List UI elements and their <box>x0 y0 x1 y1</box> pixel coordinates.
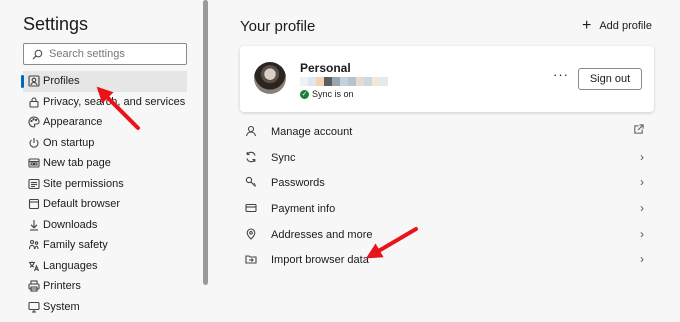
addresses-row[interactable]: Addresses and more › <box>240 222 654 248</box>
sidebar-item-label: Profiles <box>43 75 80 88</box>
default-browser-icon <box>27 197 41 211</box>
sidebar-scrollbar[interactable] <box>203 0 208 285</box>
page-title: Your profile <box>240 18 316 35</box>
more-options-button[interactable]: ··· <box>551 68 571 88</box>
search-input[interactable] <box>49 48 169 60</box>
external-link-icon <box>633 124 644 138</box>
site-permissions-icon <box>27 177 41 191</box>
new-tab-icon <box>27 156 41 170</box>
family-icon <box>27 238 41 252</box>
sidebar-item-system[interactable]: System <box>23 297 187 318</box>
sidebar-item-label: Appearance <box>43 116 103 129</box>
chevron-right-icon: › <box>640 201 644 216</box>
row-label: Sync <box>271 151 296 164</box>
system-icon <box>27 300 41 314</box>
import-icon <box>245 253 259 267</box>
chevron-right-icon: › <box>640 175 644 190</box>
lock-icon <box>27 95 41 109</box>
sidebar-item-privacy[interactable]: Privacy, search, and services <box>23 92 187 113</box>
sidebar-item-label: Default browser <box>43 198 121 211</box>
import-browser-data-row[interactable]: Import browser data › <box>240 247 654 273</box>
settings-nav: Profiles Privacy, search, and services A… <box>21 71 187 318</box>
power-icon <box>27 136 41 150</box>
search-box[interactable] <box>23 43 187 65</box>
add-profile-label: Add profile <box>599 20 652 32</box>
sidebar-item-label: Site permissions <box>43 177 124 190</box>
sidebar-item-appearance[interactable]: Appearance <box>23 112 187 133</box>
blurred-email <box>300 77 388 86</box>
row-label: Import browser data <box>271 254 369 267</box>
profile-name: Personal <box>300 61 351 75</box>
payment-info-row[interactable]: Payment info › <box>240 196 654 222</box>
check-circle-icon: ✓ <box>300 89 309 99</box>
sign-out-button[interactable]: Sign out <box>578 68 642 90</box>
palette-icon <box>27 115 41 129</box>
sidebar-item-new-tab-page[interactable]: New tab page <box>23 153 187 174</box>
sidebar-title: Settings <box>23 14 89 34</box>
settings-sidebar: Settings Profiles Privacy, search, and s… <box>0 0 200 322</box>
person-icon <box>245 125 259 139</box>
chevron-right-icon: › <box>640 226 644 241</box>
chevron-right-icon: › <box>640 149 644 164</box>
row-label: Manage account <box>271 125 353 138</box>
download-icon <box>27 218 41 232</box>
plus-icon: + <box>582 17 592 34</box>
key-icon <box>245 176 259 190</box>
chevron-right-icon: › <box>640 252 644 267</box>
row-label: Addresses and more <box>271 228 373 241</box>
location-icon <box>245 228 259 242</box>
sidebar-item-label: Family safety <box>43 239 108 252</box>
sidebar-item-printers[interactable]: Printers <box>23 276 187 297</box>
profile-card: Personal ✓ Sync is on ··· Sign out <box>240 46 654 112</box>
sync-row[interactable]: Sync › <box>240 145 654 171</box>
printer-icon <box>27 279 41 293</box>
row-label: Payment info <box>271 202 336 215</box>
sidebar-item-on-startup[interactable]: On startup <box>23 133 187 154</box>
sidebar-item-label: Downloads <box>43 218 98 231</box>
sidebar-item-label: Printers <box>43 280 81 293</box>
sidebar-item-languages[interactable]: Languages <box>23 256 187 277</box>
manage-account-row[interactable]: Manage account <box>240 119 654 145</box>
sync-icon <box>245 151 259 165</box>
avatar <box>254 62 286 94</box>
sidebar-item-label: New tab page <box>43 157 111 170</box>
passwords-row[interactable]: Passwords › <box>240 170 654 196</box>
sidebar-item-family-safety[interactable]: Family safety <box>23 235 187 256</box>
sidebar-item-label: On startup <box>43 136 95 149</box>
languages-icon <box>27 259 41 273</box>
sidebar-item-profiles[interactable]: Profiles <box>21 71 187 92</box>
profile-settings-list: Manage account Sync › Passwords › Paymen… <box>240 119 654 273</box>
sidebar-item-downloads[interactable]: Downloads <box>23 215 187 236</box>
profile-card-icon <box>27 74 41 88</box>
sidebar-item-label: System <box>43 300 80 313</box>
sidebar-item-label: Languages <box>43 259 98 272</box>
sync-status: ✓ Sync is on <box>300 89 354 99</box>
add-profile-button[interactable]: + Add profile <box>582 18 652 34</box>
sidebar-item-label: Privacy, search, and services <box>43 95 186 108</box>
profile-main: Your profile + Add profile Personal ✓ Sy… <box>210 0 680 322</box>
sidebar-item-site-permissions[interactable]: Site permissions <box>23 174 187 195</box>
card-icon <box>245 202 259 216</box>
search-icon <box>32 49 43 59</box>
row-label: Passwords <box>271 177 325 190</box>
sidebar-item-default-browser[interactable]: Default browser <box>23 194 187 215</box>
